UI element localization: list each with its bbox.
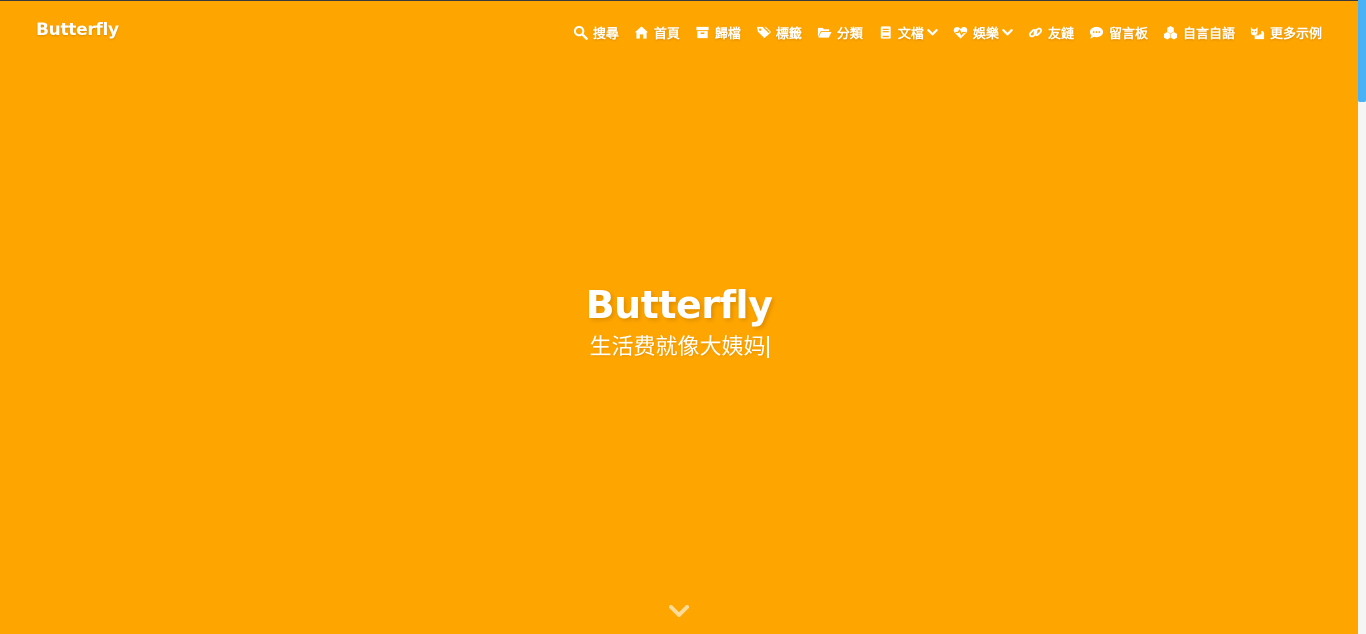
nav-item-more-examples[interactable]: 更多示例 bbox=[1250, 23, 1322, 42]
archive-icon bbox=[695, 25, 710, 40]
nav-item-guestbook[interactable]: 留言板 bbox=[1089, 23, 1148, 42]
tags-icon bbox=[756, 25, 771, 40]
nav-item-label: 歸檔 bbox=[714, 27, 741, 42]
nav-item-label: 更多示例 bbox=[1269, 27, 1322, 42]
cubes-icon bbox=[1163, 25, 1178, 40]
heartbeat-icon bbox=[953, 25, 968, 40]
scrollbar-thumb[interactable] bbox=[1358, 0, 1366, 102]
nav-item-murmurs[interactable]: 自言自語 bbox=[1163, 23, 1235, 42]
home-icon bbox=[634, 25, 649, 40]
nav-item-label: 娛樂 bbox=[972, 27, 999, 42]
chevron-down-icon bbox=[1002, 27, 1013, 38]
search-icon bbox=[573, 25, 588, 40]
cat-icon bbox=[1250, 25, 1265, 40]
nav-item-home[interactable]: 首頁 bbox=[634, 23, 680, 42]
nav-menu: 搜尋 首頁 歸檔 標籤 分類 文檔 娛樂 友鏈 留言板 自言自語 更多示例 bbox=[573, 23, 1322, 42]
nav-item-friend-links[interactable]: 友鏈 bbox=[1028, 23, 1074, 42]
subtitle-text: 生活费就像大姨妈 bbox=[589, 335, 766, 360]
link-icon bbox=[1028, 25, 1043, 40]
site-title: Butterfly bbox=[585, 283, 773, 327]
folder-open-icon bbox=[817, 25, 832, 40]
top-navigation: Butterfly 搜尋 首頁 歸檔 標籤 分類 文檔 娛樂 友鏈 留言板 自言… bbox=[0, 0, 1358, 64]
page-scrollbar[interactable] bbox=[1358, 0, 1366, 634]
nav-item-label: 文檔 bbox=[897, 27, 924, 42]
comment-dots-icon bbox=[1089, 25, 1104, 40]
nav-item-docs[interactable]: 文檔 bbox=[878, 23, 938, 42]
nav-item-label: 分類 bbox=[836, 27, 863, 42]
nav-item-search[interactable]: 搜尋 bbox=[573, 23, 619, 42]
chevron-down-icon bbox=[669, 605, 689, 617]
nav-item-archive[interactable]: 歸檔 bbox=[695, 23, 741, 42]
nav-item-label: 標籤 bbox=[775, 27, 802, 42]
book-icon bbox=[878, 25, 893, 40]
nav-item-label: 搜尋 bbox=[592, 27, 619, 42]
nav-item-label: 友鏈 bbox=[1047, 27, 1074, 42]
scroll-down-button[interactable] bbox=[668, 603, 690, 619]
nav-item-categories[interactable]: 分類 bbox=[817, 23, 863, 42]
nav-item-label: 自言自語 bbox=[1182, 27, 1235, 42]
nav-item-label: 首頁 bbox=[653, 27, 680, 42]
typing-cursor bbox=[766, 336, 769, 358]
site-name-link[interactable]: Butterfly bbox=[36, 20, 119, 40]
chevron-down-icon bbox=[927, 27, 938, 38]
nav-item-tags[interactable]: 標籤 bbox=[756, 23, 802, 42]
site-subtitle: 生活费就像大姨妈 bbox=[0, 334, 1358, 362]
nav-item-entertainment[interactable]: 娛樂 bbox=[953, 23, 1013, 42]
hero-banner: Butterfly 生活费就像大姨妈 bbox=[0, 282, 1358, 362]
nav-item-label: 留言板 bbox=[1108, 27, 1148, 42]
